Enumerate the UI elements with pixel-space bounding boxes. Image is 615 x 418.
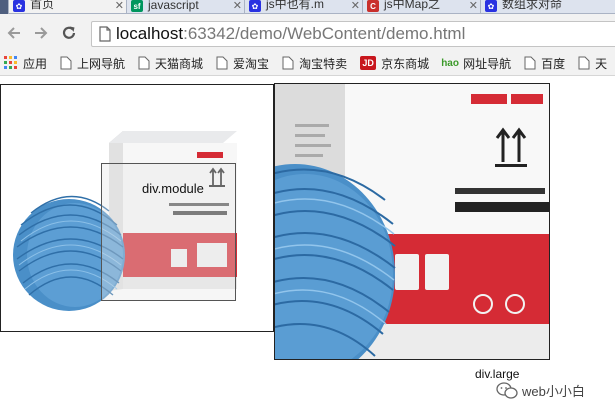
page-content: div.module div.large web小小白: [0, 76, 615, 418]
bookmark-label: 上网导航: [77, 56, 126, 71]
back-button[interactable]: [3, 22, 25, 44]
sf-icon: sf: [131, 0, 143, 12]
page-icon: [216, 56, 228, 70]
jd-icon: JD: [360, 56, 377, 70]
tab-label: 数组求对命: [502, 0, 563, 11]
zoomed-image-large: [274, 83, 550, 360]
product-image-box[interactable]: div.module: [0, 84, 274, 332]
tab-label: javascript: [148, 0, 199, 12]
bookmark-label: 应用: [23, 56, 48, 71]
close-icon[interactable]: ✕: [233, 0, 242, 12]
url-path: :63342/demo/WebContent/demo.html: [183, 24, 466, 43]
bookmarks-bar: 应用 上网导航 天猫商城 爱淘宝 淘宝特卖 JD 京东商城 hao 网址导航 百…: [0, 51, 615, 76]
baidu-paw-icon: ✿: [249, 0, 261, 12]
bookmark-label: 天猫商城: [155, 56, 204, 71]
address-bar[interactable]: localhost :63342/demo/WebContent/demo.ht…: [91, 21, 615, 47]
bookmark-label: 京东商城: [381, 56, 430, 71]
bookmark-apps[interactable]: 应用: [4, 55, 47, 72]
watermark-text: web小小白: [522, 384, 585, 399]
bookmark-label: 淘宝特卖: [299, 56, 348, 71]
bookmark-taobao-sale[interactable]: 淘宝特卖: [282, 55, 347, 72]
reload-button[interactable]: [58, 22, 80, 44]
module-label: div.module: [142, 181, 204, 196]
tab-strip: ✿ 首页 ✕ sf javascript ✕ ✿ js中也有.m ✕ C js中…: [0, 0, 615, 14]
tab-label: 首页: [30, 0, 55, 11]
page-icon: [282, 56, 294, 70]
watermark: web小小白: [496, 381, 585, 400]
apps-grid-icon: [4, 56, 17, 69]
bookmark-tian[interactable]: 天: [578, 55, 607, 72]
arrow-right-icon: [35, 27, 48, 39]
page-icon: [524, 56, 536, 70]
bookmark-label: 天: [595, 56, 608, 71]
wechat-icon: [496, 381, 518, 399]
arrow-left-icon: [7, 27, 20, 39]
bookmark-baidu[interactable]: 百度: [524, 55, 565, 72]
page-icon: [99, 26, 111, 42]
tab-home[interactable]: ✿ 首页 ✕: [8, 0, 130, 14]
cable-zoomed-image: [275, 84, 549, 359]
bookmark-hao[interactable]: hao 网址导航: [441, 55, 512, 72]
close-icon[interactable]: ✕: [469, 0, 478, 12]
tab-label: js中也有.m: [266, 0, 324, 11]
close-icon[interactable]: ✕: [351, 0, 360, 12]
zoom-lens-module[interactable]: div.module: [101, 163, 236, 301]
baidu-paw-icon: ✿: [485, 0, 497, 12]
close-icon[interactable]: ✕: [115, 0, 124, 12]
large-label: div.large: [475, 367, 520, 381]
hao-icon: hao: [441, 57, 459, 69]
bookmark-label: 爱淘宝: [233, 56, 270, 71]
c-icon: C: [367, 0, 379, 12]
bookmark-aitaobao[interactable]: 爱淘宝: [216, 55, 269, 72]
bookmark-jd[interactable]: JD 京东商城: [360, 55, 429, 72]
bookmark-shangwang[interactable]: 上网导航: [60, 55, 125, 72]
tab-js-map[interactable]: ✿ js中也有.m ✕: [244, 0, 366, 14]
page-icon: [60, 56, 72, 70]
tab-js-map-2[interactable]: C js中Map之 ✕: [362, 0, 484, 14]
tab-array[interactable]: ✿ 数组求对命: [480, 0, 615, 14]
page-icon: [578, 56, 590, 70]
bookmark-label: 百度: [541, 56, 566, 71]
tab-label: js中Map之: [384, 0, 441, 11]
tab-javascript[interactable]: sf javascript ✕: [126, 0, 248, 14]
url-host: localhost: [116, 24, 184, 43]
forward-button[interactable]: [30, 22, 52, 44]
page-icon: [138, 56, 150, 70]
bookmark-label: 网址导航: [463, 56, 512, 71]
baidu-paw-icon: ✿: [13, 0, 25, 12]
browser-toolbar: localhost :63342/demo/WebContent/demo.ht…: [0, 14, 615, 51]
reload-icon: [62, 26, 76, 39]
bookmark-tmall[interactable]: 天猫商城: [138, 55, 203, 72]
